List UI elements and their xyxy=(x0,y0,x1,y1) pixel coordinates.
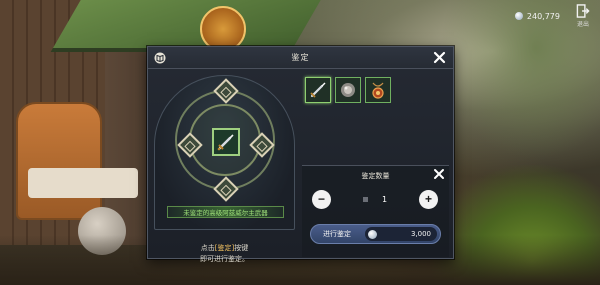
close-icon[interactable] xyxy=(433,168,445,180)
quantity-stepper: − 1 + xyxy=(312,188,438,210)
currency-display: 240,779 xyxy=(514,11,560,21)
exit-button[interactable]: 退出 xyxy=(572,4,594,28)
square-icon xyxy=(362,196,368,202)
silver-coin-icon xyxy=(514,12,523,20)
instruction-text: 点击[鉴定]按键 即可进行鉴定。 xyxy=(154,243,295,265)
increase-button[interactable]: + xyxy=(419,189,438,209)
cost-display: 3,000 xyxy=(365,227,437,241)
instruction-line-2: 即可进行鉴定。 xyxy=(200,255,249,263)
hut-roof xyxy=(50,0,326,52)
quantity-field[interactable]: 1 xyxy=(341,190,409,208)
decrease-button[interactable]: − xyxy=(312,189,331,209)
quantity-title: 鉴定数量 xyxy=(361,172,390,180)
instruction-line-1: 点击[鉴定]按键 xyxy=(200,244,249,252)
wooden-chair xyxy=(16,102,102,220)
exit-label: 退出 xyxy=(576,21,589,28)
dialog-header: 鉴定 xyxy=(148,47,453,69)
slot-amulet[interactable] xyxy=(365,77,391,103)
guide-book-icon[interactable] xyxy=(154,52,166,64)
identify-keyword: [鉴定] xyxy=(214,244,235,252)
identify-button[interactable]: 进行鉴定 3,000 xyxy=(310,224,441,244)
stone-ore-icon xyxy=(341,83,355,97)
item-display-panel: 未鉴定的高级阿兹威尔主武器 xyxy=(154,75,295,230)
slot-sword[interactable] xyxy=(305,77,331,103)
sword-icon xyxy=(217,134,234,151)
slot-stone[interactable] xyxy=(335,77,361,103)
exit-icon xyxy=(576,4,590,18)
top-hud: 240,779 退出 xyxy=(514,4,594,28)
quantity-panel: 鉴定数量 − 1 + 进行鉴定 3,000 xyxy=(302,165,449,257)
cloth-table xyxy=(28,168,138,198)
target-item-slot[interactable] xyxy=(212,128,240,156)
silver-coin-icon xyxy=(368,229,377,239)
close-icon[interactable] xyxy=(433,51,446,64)
identify-dialog: 鉴定 未鉴定的高级阿兹威尔主武器 点击[鉴定]按键 即可进行鉴定。 鉴定数量 −… xyxy=(147,46,454,263)
cost-value: 3,000 xyxy=(410,230,431,238)
quantity-value: 1 xyxy=(381,194,388,204)
currency-value: 240,779 xyxy=(526,11,560,21)
identify-button-label: 进行鉴定 xyxy=(323,230,351,238)
sword-icon xyxy=(310,82,326,98)
dialog-title: 鉴定 xyxy=(291,53,310,62)
item-slots xyxy=(305,77,391,103)
item-name-banner: 未鉴定的高级阿兹威尔主武器 xyxy=(167,206,284,218)
amulet-icon xyxy=(372,82,384,99)
